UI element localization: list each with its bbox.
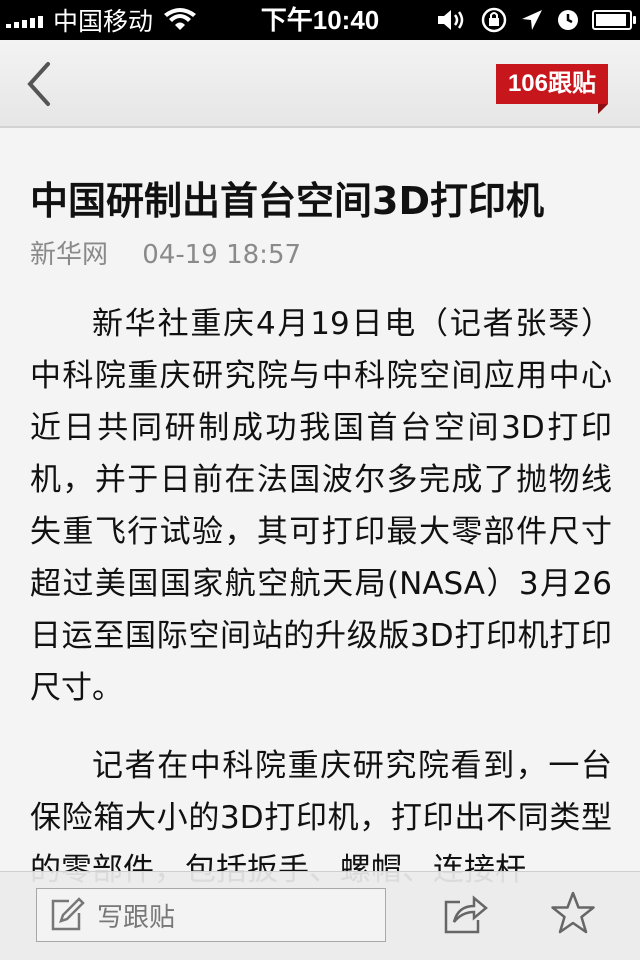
article-paragraph: 新华社重庆4月19日电（记者张琴）中科院重庆研究院与中科院空间应用中心近日共同研…: [30, 306, 612, 706]
screen: 中国移动 下午10:40 106跟贴 中国研制出首台空间3D打印机 新华网 04…: [0, 0, 640, 960]
write-comment-label: 写跟贴: [97, 902, 176, 933]
article-source: 新华网: [30, 240, 109, 270]
signal-strength-icon: [6, 12, 43, 28]
edit-icon: [51, 897, 85, 931]
article-body: 新华社重庆4月19日电（记者张琴）中科院重庆研究院与中科院空间应用中心近日共同研…: [30, 298, 612, 896]
wifi-icon: [164, 8, 197, 30]
navigation-bar: 106跟贴: [0, 40, 640, 128]
article-title: 中国研制出首台空间3D打印机: [30, 179, 544, 223]
location-icon: [522, 10, 542, 30]
bottom-toolbar: 写跟贴: [0, 871, 640, 960]
status-left: 中国移动: [6, 0, 197, 40]
speaker-icon: [438, 10, 464, 30]
comment-count-button[interactable]: 106跟贴: [495, 64, 609, 114]
star-icon[interactable]: [550, 890, 596, 936]
carrier-name: 中国移动: [53, 8, 154, 36]
status-bar: 中国移动 下午10:40: [0, 0, 640, 40]
article-meta: 新华网 04-19 18:57: [30, 238, 612, 272]
battery-icon: [592, 10, 636, 30]
write-comment-button[interactable]: 写跟贴: [36, 888, 386, 942]
article-time: 04-19 18:57: [142, 240, 302, 270]
chevron-left-icon: [27, 62, 50, 106]
back-button[interactable]: [18, 58, 62, 110]
article: 中国研制出首台空间3D打印机 新华网 04-19 18:57 新华社重庆4月19…: [30, 130, 612, 922]
rotation-lock-icon: [481, 7, 507, 33]
status-right: [436, 0, 636, 40]
share-icon[interactable]: [440, 894, 488, 938]
alarm-clock-icon: [558, 10, 578, 30]
